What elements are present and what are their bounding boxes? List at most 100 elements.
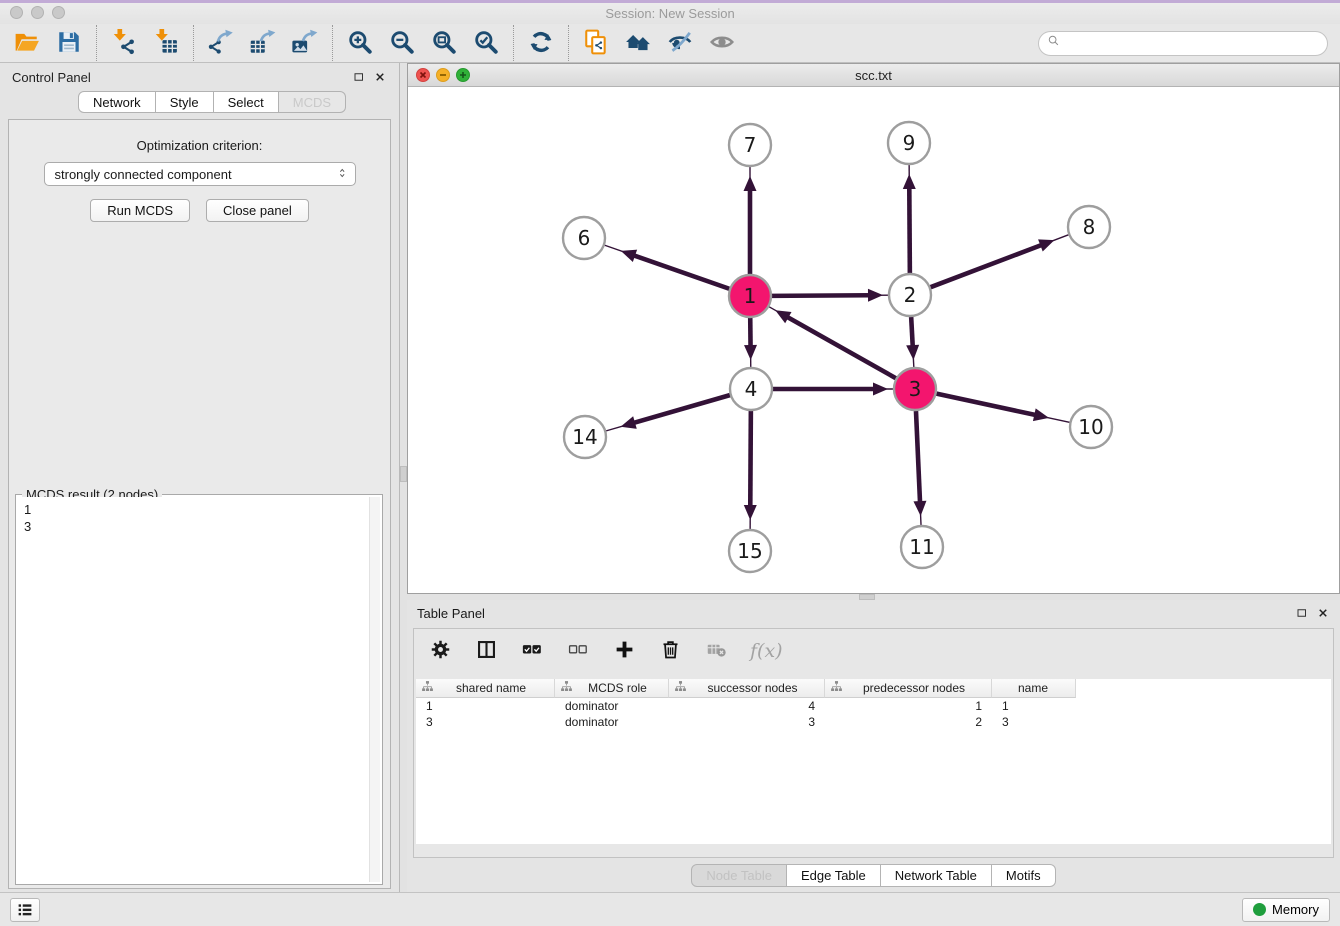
add-column-button[interactable] <box>612 639 636 663</box>
edge-4-14[interactable] <box>606 395 730 431</box>
tab-network-table[interactable]: Network Table <box>881 864 992 887</box>
table-cell[interactable]: 3 <box>992 714 1076 730</box>
graph-node-15[interactable]: 15 <box>729 530 771 572</box>
select-all-columns-button[interactable] <box>520 639 544 663</box>
column-header-predecessor-nodes[interactable]: predecessor nodes <box>825 679 992 698</box>
edge-4-15[interactable] <box>744 411 757 529</box>
table-cell[interactable]: 1 <box>992 698 1076 714</box>
close-window-button[interactable] <box>10 6 23 19</box>
export-image-button[interactable] <box>284 26 326 60</box>
edge-3-10[interactable] <box>937 394 1070 423</box>
column-header-shared-name[interactable]: shared name <box>416 679 555 698</box>
column-header-name[interactable]: name <box>992 679 1076 698</box>
graph-node-11[interactable]: 11 <box>901 526 943 568</box>
import-table-button[interactable] <box>145 26 187 60</box>
mcds-result-text[interactable]: 13 <box>18 497 380 882</box>
edge-1-4[interactable] <box>744 318 757 367</box>
main-titlebar[interactable]: Session: New Session <box>0 3 1340 24</box>
close-panel-button[interactable] <box>1316 606 1330 620</box>
table-cell[interactable]: 3 <box>416 714 555 730</box>
toggle-columns-button[interactable] <box>474 639 498 663</box>
graph-node-8[interactable]: 8 <box>1068 206 1110 248</box>
graph-node-2[interactable]: 2 <box>889 274 931 316</box>
network-maximize-button[interactable] <box>456 68 470 82</box>
table-cell[interactable]: dominator <box>555 714 669 730</box>
column-header-successor-nodes[interactable]: successor nodes <box>669 679 825 698</box>
network-minimize-button[interactable] <box>436 68 450 82</box>
network-close-button[interactable] <box>416 68 430 82</box>
float-panel-button[interactable] <box>352 70 366 84</box>
float-panel-button[interactable] <box>1295 606 1309 620</box>
delete-table-button[interactable] <box>704 639 728 663</box>
run-mcds-button[interactable]: Run MCDS <box>90 199 190 222</box>
tab-select[interactable]: Select <box>214 91 279 113</box>
graph-node-1[interactable]: 1 <box>729 275 771 317</box>
refresh-network-button[interactable] <box>520 26 562 60</box>
tab-style[interactable]: Style <box>156 91 214 113</box>
zoom-in-button[interactable] <box>339 26 381 60</box>
show-task-history-button[interactable] <box>10 898 40 922</box>
memory-button[interactable]: Memory <box>1242 898 1330 922</box>
zoom-fit-button[interactable] <box>423 26 465 60</box>
export-network-button[interactable] <box>200 26 242 60</box>
table-cell[interactable]: 2 <box>825 714 992 730</box>
edge-4-3[interactable] <box>773 383 893 396</box>
tab-mcds[interactable]: MCDS <box>279 91 346 113</box>
minimize-window-button[interactable] <box>31 6 44 19</box>
close-panel-button-2[interactable]: Close panel <box>206 199 309 222</box>
network-canvas[interactable]: 7 9 6 8 1 2 4 3 14 10 15 11 <box>408 87 1339 593</box>
tab-node-table[interactable]: Node Table <box>691 864 787 887</box>
network-view-titlebar[interactable]: scc.txt <box>408 64 1339 87</box>
new-network-from-selection-button[interactable] <box>575 26 617 60</box>
table-settings-button[interactable] <box>428 639 452 663</box>
zoom-window-button[interactable] <box>52 6 65 19</box>
edge-3-11[interactable] <box>913 411 926 525</box>
graph-node-9[interactable]: 9 <box>888 122 930 164</box>
panel-splitter-vertical[interactable] <box>400 63 407 892</box>
zoom-selected-button[interactable] <box>465 26 507 60</box>
delete-columns-button[interactable] <box>658 639 682 663</box>
deselect-all-columns-button[interactable] <box>566 639 590 663</box>
search-box[interactable] <box>1038 31 1328 56</box>
edge-1-7[interactable] <box>744 167 757 274</box>
graph-node-4[interactable]: 4 <box>730 368 772 410</box>
table-cell[interactable]: 1 <box>416 698 555 714</box>
edge-1-6[interactable] <box>605 245 729 288</box>
edge-1-2[interactable] <box>772 289 888 302</box>
open-file-button[interactable] <box>6 26 48 60</box>
table-cell[interactable]: 1 <box>825 698 992 714</box>
edge-2-8[interactable] <box>931 235 1069 287</box>
edge-3-1[interactable] <box>769 307 896 378</box>
table-cell[interactable]: 3 <box>669 714 825 730</box>
application-window: Session: New Session Control Panel Netwo… <box>0 0 1340 926</box>
table-row[interactable]: 3dominator323 <box>416 714 1331 730</box>
tab-motifs[interactable]: Motifs <box>992 864 1056 887</box>
tab-network[interactable]: Network <box>78 91 156 113</box>
zoom-out-button[interactable] <box>381 26 423 60</box>
show-all-button[interactable] <box>701 26 743 60</box>
result-scrollbar[interactable] <box>369 497 380 882</box>
edge-2-3[interactable] <box>906 317 919 367</box>
export-table-button[interactable] <box>242 26 284 60</box>
table-cell[interactable]: 4 <box>669 698 825 714</box>
column-header-MCDS-role[interactable]: MCDS role <box>555 679 669 698</box>
network-graph[interactable]: 7 9 6 8 1 2 4 3 14 10 15 11 <box>408 87 1338 591</box>
graph-node-10[interactable]: 10 <box>1070 406 1112 448</box>
close-panel-button[interactable] <box>373 70 387 84</box>
table-row[interactable]: 1dominator411 <box>416 698 1331 714</box>
criterion-select[interactable]: strongly connected component <box>44 162 356 186</box>
first-neighbors-button[interactable] <box>617 26 659 60</box>
save-session-button[interactable] <box>48 26 90 60</box>
graph-node-7[interactable]: 7 <box>729 124 771 166</box>
graph-node-6[interactable]: 6 <box>563 217 605 259</box>
splitter-grip[interactable] <box>400 466 407 482</box>
import-network-button[interactable] <box>103 26 145 60</box>
table-cell[interactable]: dominator <box>555 698 669 714</box>
hide-selected-button[interactable] <box>659 26 701 60</box>
edge-2-9[interactable] <box>903 165 916 273</box>
function-builder-button[interactable]: f(x) <box>750 640 783 662</box>
tab-edge-table[interactable]: Edge Table <box>787 864 881 887</box>
search-input[interactable] <box>1066 34 1319 54</box>
graph-node-14[interactable]: 14 <box>564 416 606 458</box>
graph-node-3[interactable]: 3 <box>894 368 936 410</box>
